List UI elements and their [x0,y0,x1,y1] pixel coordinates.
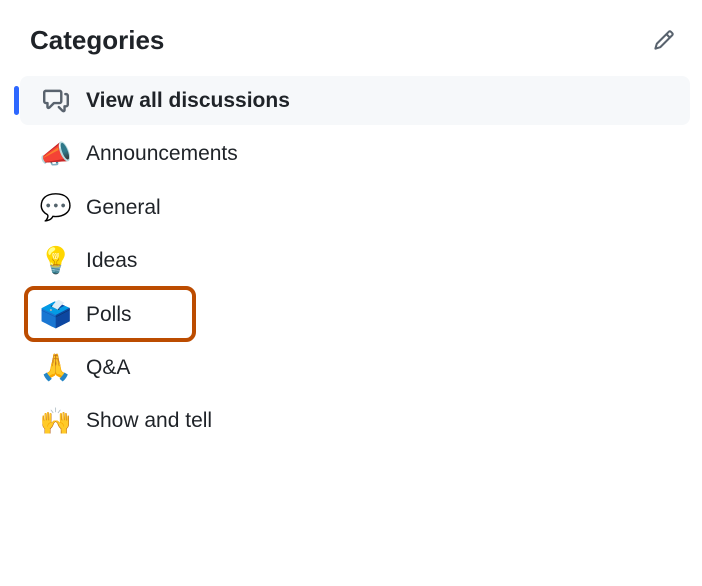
category-item-polls: 🗳️ Polls [20,290,690,339]
category-label: Announcements [86,139,238,168]
category-label: Ideas [86,246,137,275]
categories-header: Categories [20,24,690,56]
category-item-general: 💬 General [20,183,690,232]
comment-discussion-icon [42,87,70,115]
pray-icon: 🙏 [42,354,70,382]
category-item-view-all: View all discussions [20,76,690,125]
category-label: Q&A [86,353,130,382]
lightbulb-icon: 💡 [42,247,70,275]
active-indicator [14,86,19,115]
raised-hands-icon: 🙌 [42,407,70,435]
category-label: View all discussions [86,86,290,115]
category-label: Polls [86,300,132,329]
edit-button[interactable] [648,24,680,56]
category-link-show-and-tell[interactable]: 🙌 Show and tell [20,396,690,445]
category-label: General [86,193,161,222]
megaphone-icon: 📣 [42,140,70,168]
category-link-announcements[interactable]: 📣 Announcements [20,129,690,178]
category-item-ideas: 💡 Ideas [20,236,690,285]
category-item-announcements: 📣 Announcements [20,129,690,178]
pencil-icon [653,29,675,51]
category-link-ideas[interactable]: 💡 Ideas [20,236,690,285]
categories-title: Categories [30,25,164,56]
category-link-general[interactable]: 💬 General [20,183,690,232]
speech-bubble-icon: 💬 [42,193,70,221]
category-label: Show and tell [86,406,212,435]
category-list: View all discussions 📣 Announcements 💬 G… [20,76,690,446]
category-item-qa: 🙏 Q&A [20,343,690,392]
category-link-qa[interactable]: 🙏 Q&A [20,343,690,392]
category-link-view-all[interactable]: View all discussions [20,76,690,125]
ballot-box-icon: 🗳️ [42,300,70,328]
category-link-polls[interactable]: 🗳️ Polls [20,290,690,339]
category-item-show-and-tell: 🙌 Show and tell [20,396,690,445]
